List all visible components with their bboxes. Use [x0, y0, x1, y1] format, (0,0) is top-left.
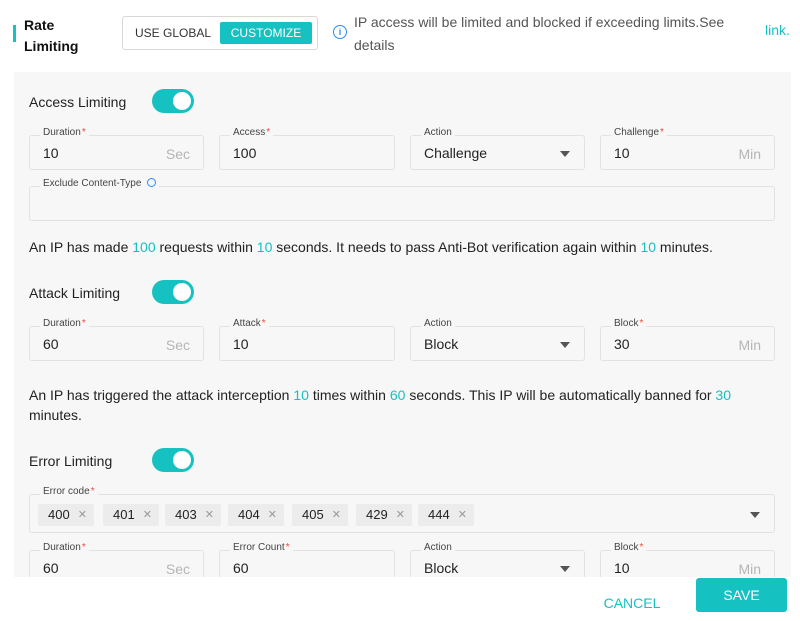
challenge-field[interactable]: Challenge* 10 Min [600, 126, 775, 170]
remove-tag-icon[interactable]: ✕ [458, 504, 467, 526]
help-icon[interactable] [147, 178, 157, 187]
field-value: 60 [43, 560, 59, 576]
error-code-tag: 400 ✕ [38, 504, 94, 526]
exclude-content-type-field[interactable]: Exclude Content-Type [29, 177, 775, 221]
access-action-select[interactable]: Action Challenge [410, 126, 585, 170]
field-label: Action [421, 317, 455, 331]
access-duration-field[interactable]: Duration* 10 Sec [29, 126, 204, 170]
access-limiting-description: An IP has made 100 requests within 10 se… [29, 239, 713, 255]
field-label: Block* [611, 317, 647, 331]
use-global-button[interactable]: USE GLOBAL [129, 22, 217, 44]
error-action-select[interactable]: Action Block [410, 541, 585, 577]
error-limiting-label: Error Limiting [29, 453, 113, 469]
field-value: 10 [614, 560, 630, 576]
cancel-button[interactable]: CANCEL [598, 586, 666, 620]
field-value: 10 [614, 145, 630, 161]
field-value: 10 [233, 336, 249, 352]
access-count-field[interactable]: Access* 100 [219, 126, 395, 170]
remove-tag-icon[interactable]: ✕ [332, 504, 341, 526]
footer: CANCEL SAVE [0, 577, 800, 621]
field-unit: Min [738, 561, 761, 577]
field-value: 10 [43, 145, 59, 161]
field-value: Block [424, 560, 459, 576]
header: Rate Limiting USE GLOBAL CUSTOMIZE i IP … [0, 0, 800, 70]
error-code-tag: 429 ✕ [356, 504, 412, 526]
field-label: Attack* [230, 317, 269, 331]
attack-count-field[interactable]: Attack* 10 [219, 317, 395, 361]
error-count-field[interactable]: Error Count* 60 [219, 541, 395, 577]
field-label: Challenge* [611, 126, 667, 140]
field-value: 100 [233, 145, 257, 161]
attack-duration-field[interactable]: Duration* 60 Sec [29, 317, 204, 361]
switch-knob [173, 92, 191, 110]
access-limiting-switch[interactable] [152, 89, 194, 113]
chevron-down-icon [560, 566, 570, 572]
details-link[interactable]: link. [765, 22, 790, 38]
attack-limiting-switch[interactable] [152, 280, 194, 304]
field-label: Duration* [40, 541, 89, 555]
field-label: Duration* [40, 126, 89, 140]
remove-tag-icon[interactable]: ✕ [268, 504, 277, 526]
attack-limiting-label: Attack Limiting [29, 285, 121, 301]
field-value: Block [424, 336, 459, 352]
field-label: Error Count* [230, 541, 293, 555]
info-text: IP access will be limited and blocked if… [354, 14, 725, 53]
field-unit: Sec [165, 146, 190, 162]
attack-block-field[interactable]: Block* 30 Min [600, 317, 775, 361]
title-accent-bar [13, 25, 16, 42]
field-label: Action [421, 126, 455, 140]
access-limiting-label: Access Limiting [29, 94, 127, 110]
chevron-down-icon [750, 512, 760, 518]
field-unit: Min [738, 337, 761, 353]
page-title: Rate Limiting [24, 17, 79, 54]
error-code-tag: 403 ✕ [165, 504, 221, 526]
field-label: Exclude Content-Type [40, 177, 160, 191]
remove-tag-icon[interactable]: ✕ [205, 504, 214, 526]
field-label: Error code* [40, 485, 98, 499]
chevron-down-icon [560, 151, 570, 157]
info-icon: i [333, 25, 347, 39]
remove-tag-icon[interactable]: ✕ [396, 504, 405, 526]
attack-limiting-description: An IP has triggered the attack intercept… [29, 387, 731, 423]
chevron-down-icon [560, 342, 570, 348]
field-unit: Sec [165, 337, 190, 353]
error-limiting-switch[interactable] [152, 448, 194, 472]
error-code-tag: 404 ✕ [228, 504, 284, 526]
customize-button[interactable]: CUSTOMIZE [220, 22, 312, 44]
field-value: Challenge [424, 145, 488, 161]
field-label: Duration* [40, 317, 89, 331]
error-duration-field[interactable]: Duration* 60 Sec [29, 541, 204, 577]
error-block-field[interactable]: Block* 10 Min [600, 541, 775, 577]
error-code-tag: 444 ✕ [418, 504, 474, 526]
error-code-tag: 401 ✕ [103, 504, 159, 526]
error-code-select[interactable]: Error code* 400 ✕ 401 ✕ 403 ✕ 404 ✕ 405 ✕ 429… [29, 485, 775, 533]
field-value: 30 [614, 336, 630, 352]
remove-tag-icon[interactable]: ✕ [143, 504, 152, 526]
field-label: Block* [611, 541, 647, 555]
field-value: 60 [233, 560, 249, 576]
switch-knob [173, 451, 191, 469]
field-value: 60 [43, 336, 59, 352]
remove-tag-icon[interactable]: ✕ [78, 504, 87, 526]
save-button[interactable]: SAVE [696, 578, 787, 612]
field-label: Access* [230, 126, 274, 140]
error-code-tag: 405 ✕ [292, 504, 348, 526]
field-label: Action [421, 541, 455, 555]
settings-panel: Access Limiting Duration* 10 Sec Access*… [14, 72, 791, 577]
field-unit: Sec [165, 561, 190, 577]
mode-toggle: USE GLOBAL CUSTOMIZE [122, 16, 318, 50]
switch-knob [173, 283, 191, 301]
field-unit: Min [738, 146, 761, 162]
attack-action-select[interactable]: Action Block [410, 317, 585, 361]
